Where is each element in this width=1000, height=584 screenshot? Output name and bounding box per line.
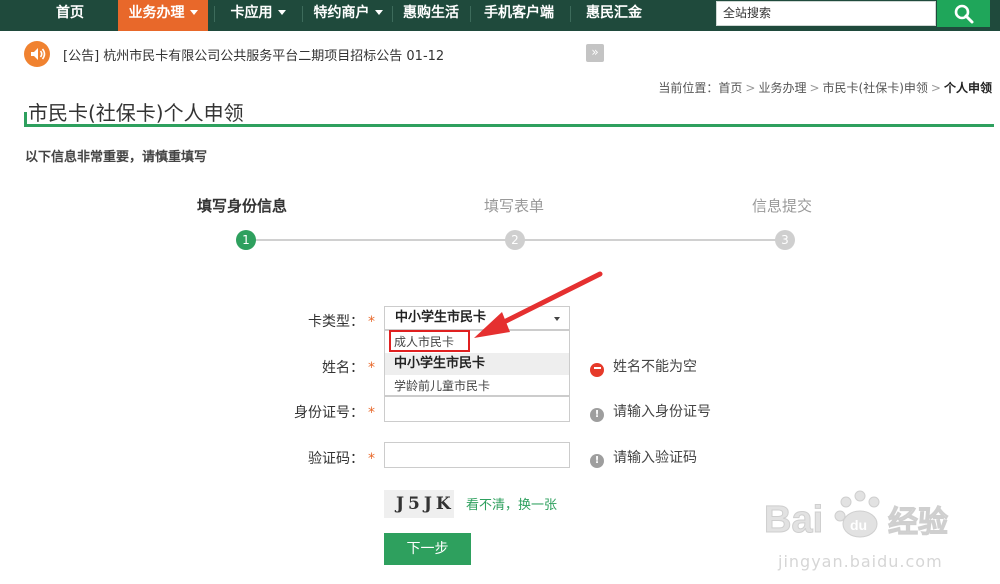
nav-divider [214, 6, 215, 22]
baidu-watermark: Bai du 经验 jingyan.baidu.com [760, 488, 995, 578]
step-dot-3: 3 [775, 230, 795, 250]
nav-divider [302, 6, 303, 22]
svg-text:Bai: Bai [764, 499, 823, 541]
annotation-arrow-icon [474, 271, 603, 338]
breadcrumb-item-card-apply[interactable]: 市民卡(社保卡)申领 [823, 81, 928, 95]
nav-item-merchants[interactable]: 特约商户 [306, 0, 390, 31]
error-icon [590, 363, 604, 377]
nav-item-business[interactable]: 业务办理 [118, 0, 208, 31]
name-error-hint: 姓名不能为空 [590, 356, 697, 377]
search-input[interactable]: 全站搜索 [716, 1, 936, 26]
step-label-identity: 填写身份信息 [196, 197, 287, 215]
breadcrumb-item-business[interactable]: 业务办理 [758, 81, 806, 95]
breadcrumb-prefix: 当前位置： [658, 81, 719, 95]
label-text: 卡类型： [308, 314, 364, 330]
nav-item-label: 业务办理 [128, 5, 185, 21]
label-text: 验证码： [308, 451, 364, 467]
breadcrumb-item-home[interactable]: 首页 [718, 81, 742, 95]
required-star: * [368, 451, 375, 467]
step-label-form: 填写表单 [483, 197, 544, 215]
speaker-icon [24, 41, 50, 67]
nav-divider [470, 6, 471, 22]
nav-item-card-apps[interactable]: 卡应用 [218, 0, 298, 31]
captcha-input[interactable] [384, 442, 570, 468]
baidu-logo: Bai du 经验 [764, 490, 949, 542]
label-text: 姓名： [322, 360, 364, 376]
captcha-image[interactable]: J5JK [384, 490, 454, 518]
next-step-button[interactable]: 下一步 [384, 533, 471, 565]
chevron-down-icon [189, 10, 198, 15]
breadcrumb-separator: > [930, 81, 941, 95]
page-title: 市民卡(社保卡)个人申领 [28, 101, 244, 125]
nav-item-finance[interactable]: 惠民汇金 [578, 0, 650, 31]
option-preschool-card[interactable]: 学龄前儿童市民卡 [385, 375, 569, 397]
required-star: * [368, 405, 375, 421]
nav-item-label: 卡应用 [230, 5, 273, 21]
important-note: 以下信息非常重要，请慎重填写 [25, 150, 208, 165]
hint-text: 请输入验证码 [613, 450, 697, 466]
option-student-card[interactable]: 中小学生市民卡 [385, 353, 569, 375]
notice-link[interactable]: [公告] 杭州市民卡有限公司公共服务平台二期项目招标公告 01-12 [63, 45, 444, 64]
nav-divider [570, 6, 571, 22]
id-number-hint: ! 请输入身份证号 [590, 401, 711, 422]
step-dot-1: 1 [236, 230, 256, 250]
svg-text:经验: 经验 [888, 505, 948, 540]
search-button[interactable] [937, 0, 990, 27]
card-type-label: 卡类型： * [255, 311, 375, 331]
chevron-down-icon [277, 10, 286, 15]
info-icon: ! [590, 454, 604, 468]
breadcrumb-separator: > [809, 81, 820, 95]
watermark-url: jingyan.baidu.com [778, 552, 943, 571]
required-star: * [368, 314, 375, 330]
hint-text: 姓名不能为空 [613, 359, 697, 375]
label-text: 身份证号： [294, 405, 364, 421]
id-number-input[interactable] [384, 396, 570, 422]
notice-more-button[interactable]: » [586, 44, 604, 62]
annotation-highlight-box [389, 330, 470, 352]
captcha-hint: ! 请输入验证码 [590, 447, 697, 468]
svg-text:du: du [850, 517, 867, 533]
captcha-refresh-link[interactable]: 看不清，换一张 [466, 494, 557, 513]
nav-item-shopping[interactable]: 惠购生活 [396, 0, 466, 31]
step-dot-2: 2 [505, 230, 525, 250]
nav-divider [392, 6, 393, 22]
title-divider [24, 124, 994, 127]
chevron-down-icon [374, 10, 383, 15]
nav-item-label: 特约商户 [313, 5, 370, 21]
search-icon [954, 4, 974, 24]
top-nav: 首页 业务办理 卡应用 特约商户 惠购生活 手机客户端 惠民汇金 全站搜索 [0, 0, 1000, 31]
breadcrumb-separator: > [745, 81, 756, 95]
nav-item-home[interactable]: 首页 [42, 0, 98, 31]
breadcrumb-current: 个人申领 [943, 81, 992, 95]
name-label: 姓名： * [255, 357, 375, 377]
breadcrumb: 当前位置：首页 > 业务办理 > 市民卡(社保卡)申领 > 个人申领 [658, 79, 992, 96]
id-number-label: 身份证号： * [255, 402, 375, 422]
hint-text: 请输入身份证号 [613, 404, 711, 420]
captcha-label: 验证码： * [255, 448, 375, 468]
required-star: * [368, 360, 375, 376]
nav-item-mobile-client[interactable]: 手机客户端 [474, 0, 564, 31]
info-icon: ! [590, 408, 604, 422]
step-label-submit: 信息提交 [751, 197, 812, 215]
